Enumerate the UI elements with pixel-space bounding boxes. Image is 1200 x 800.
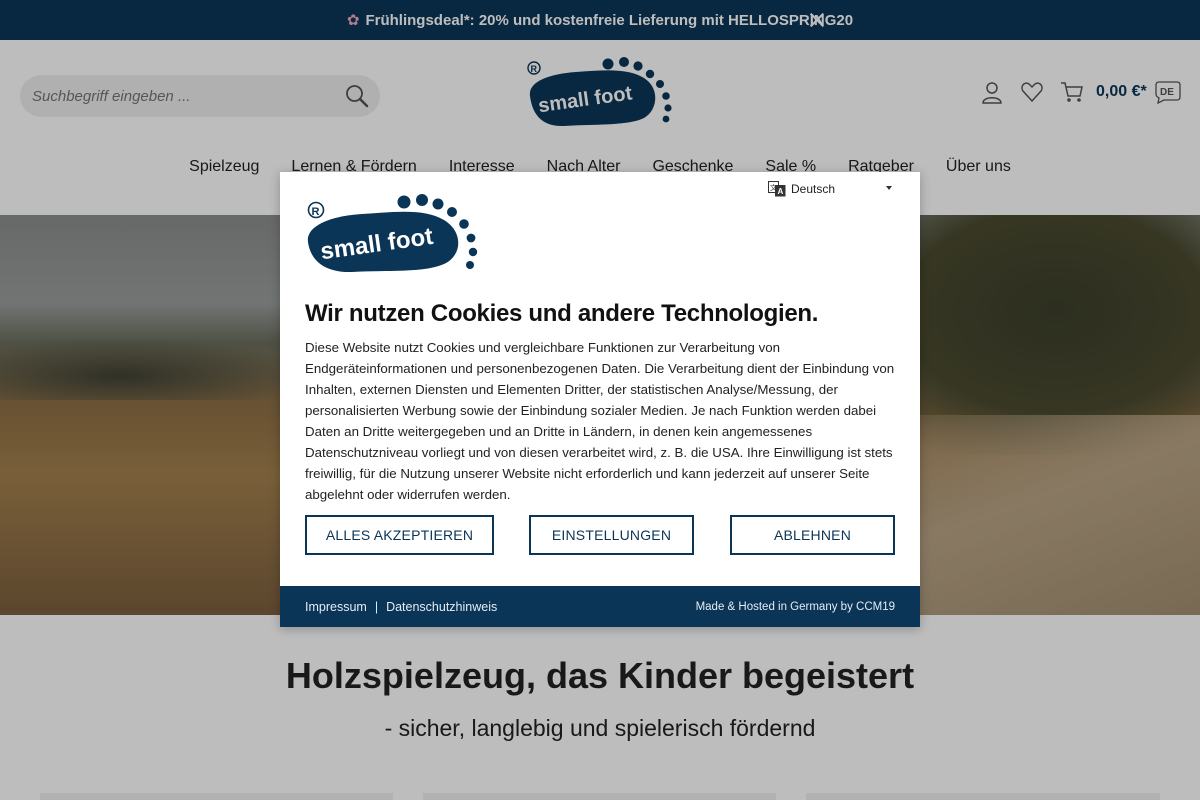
chevron-down-icon <box>886 186 892 190</box>
svg-text:A: A <box>778 187 784 196</box>
made-by-text: Made & Hosted in Germany by CCM19 <box>695 600 895 613</box>
settings-button[interactable]: EINSTELLUNGEN <box>529 515 694 555</box>
language-label: Deutsch <box>791 182 836 196</box>
imprint-link[interactable]: Impressum <box>305 600 367 614</box>
svg-text:文: 文 <box>770 183 777 192</box>
svg-text:R: R <box>312 206 320 218</box>
language-select[interactable]: 文 A Deutsch <box>768 180 892 198</box>
decline-button[interactable]: ABLEHNEN <box>730 515 895 555</box>
cookie-body: Diese Website nutzt Cookies und vergleic… <box>305 340 895 502</box>
cookie-footer: Impressum | Datenschutzhinweis Made & Host… <box>280 586 920 627</box>
small-foot-logo: small foot R <box>307 194 478 273</box>
cookie-dialog: 文 A Deutsch small foot R Wir nutzen Cook… <box>280 172 920 627</box>
cookie-title: Wir nutzen Cookies und andere Technologi… <box>305 300 819 327</box>
privacy-link[interactable]: Datenschutzhinweis <box>386 600 497 614</box>
translate-icon: 文 A <box>768 181 786 197</box>
divider: | <box>374 599 379 614</box>
accept-all-button[interactable]: ALLES AKZEPTIEREN <box>305 515 494 555</box>
